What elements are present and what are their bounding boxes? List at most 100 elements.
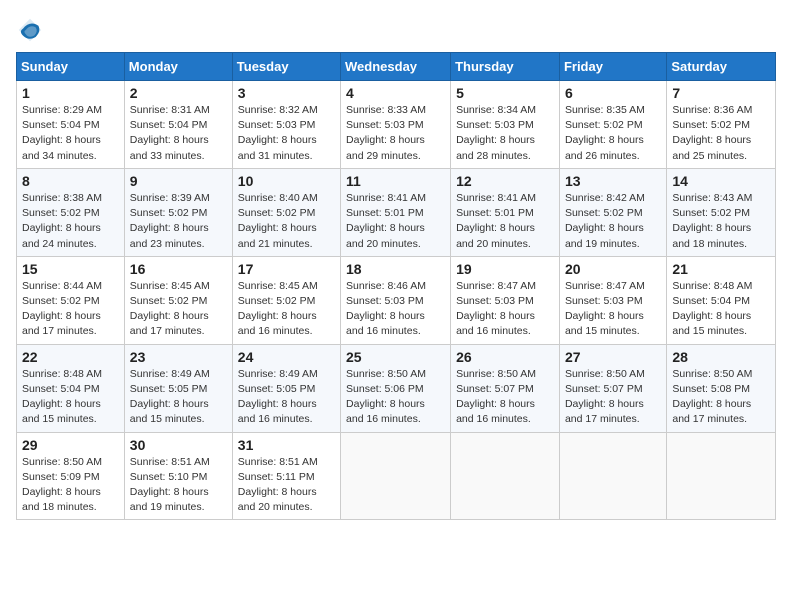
day-number: 15 bbox=[22, 261, 119, 277]
day-info: Sunrise: 8:47 AMSunset: 5:03 PMDaylight:… bbox=[456, 280, 536, 338]
calendar-cell: 28Sunrise: 8:50 AMSunset: 5:08 PMDayligh… bbox=[667, 344, 776, 432]
calendar-cell: 25 Sunrise: 8:50 AMSunset: 5:06 PMDayligh… bbox=[341, 344, 451, 432]
page-header bbox=[16, 16, 776, 44]
calendar-cell: 16 Sunrise: 8:45 AMSunset: 5:02 PMDayligh… bbox=[124, 256, 232, 344]
day-number: 30 bbox=[130, 437, 227, 453]
header-tuesday: Tuesday bbox=[232, 53, 340, 81]
logo bbox=[16, 16, 48, 44]
day-number: 18 bbox=[346, 261, 445, 277]
day-info: Sunrise: 8:41 AMSunset: 5:01 PMDaylight:… bbox=[346, 192, 426, 250]
day-number: 31 bbox=[238, 437, 335, 453]
day-info: Sunrise: 8:31 AMSunset: 5:04 PMDaylight:… bbox=[130, 104, 210, 162]
day-number: 26 bbox=[456, 349, 554, 365]
day-info: Sunrise: 8:41 AMSunset: 5:01 PMDaylight:… bbox=[456, 192, 536, 250]
calendar-cell: 10 Sunrise: 8:40 AMSunset: 5:02 PMDayligh… bbox=[232, 168, 340, 256]
day-number: 23 bbox=[130, 349, 227, 365]
calendar-cell bbox=[559, 432, 666, 520]
day-number: 22 bbox=[22, 349, 119, 365]
header-saturday: Saturday bbox=[667, 53, 776, 81]
day-number: 5 bbox=[456, 85, 554, 101]
day-info: Sunrise: 8:34 AMSunset: 5:03 PMDaylight:… bbox=[456, 104, 536, 162]
header-friday: Friday bbox=[559, 53, 666, 81]
calendar-week-row: 1 Sunrise: 8:29 AMSunset: 5:04 PMDaylight… bbox=[17, 81, 776, 169]
day-info: Sunrise: 8:32 AMSunset: 5:03 PMDaylight:… bbox=[238, 104, 318, 162]
day-number: 16 bbox=[130, 261, 227, 277]
calendar-cell: 5 Sunrise: 8:34 AMSunset: 5:03 PMDaylight… bbox=[451, 81, 560, 169]
day-info: Sunrise: 8:36 AMSunset: 5:02 PMDaylight:… bbox=[672, 104, 752, 162]
day-info: Sunrise: 8:50 AMSunset: 5:08 PMDaylight:… bbox=[672, 368, 752, 426]
calendar-cell: 18 Sunrise: 8:46 AMSunset: 5:03 PMDayligh… bbox=[341, 256, 451, 344]
calendar-cell: 29Sunrise: 8:50 AMSunset: 5:09 PMDayligh… bbox=[17, 432, 125, 520]
day-number: 10 bbox=[238, 173, 335, 189]
calendar-header-row: SundayMondayTuesdayWednesdayThursdayFrid… bbox=[17, 53, 776, 81]
header-monday: Monday bbox=[124, 53, 232, 81]
calendar-cell: 4 Sunrise: 8:33 AMSunset: 5:03 PMDaylight… bbox=[341, 81, 451, 169]
day-info: Sunrise: 8:38 AMSunset: 5:02 PMDaylight:… bbox=[22, 192, 102, 250]
day-info: Sunrise: 8:42 AMSunset: 5:02 PMDaylight:… bbox=[565, 192, 645, 250]
calendar-cell: 31 Sunrise: 8:51 AMSunset: 5:11 PMDayligh… bbox=[232, 432, 340, 520]
day-info: Sunrise: 8:50 AMSunset: 5:09 PMDaylight:… bbox=[22, 456, 102, 514]
calendar-week-row: 29Sunrise: 8:50 AMSunset: 5:09 PMDayligh… bbox=[17, 432, 776, 520]
day-number: 8 bbox=[22, 173, 119, 189]
calendar-cell: 8 Sunrise: 8:38 AMSunset: 5:02 PMDaylight… bbox=[17, 168, 125, 256]
calendar-cell bbox=[667, 432, 776, 520]
day-number: 14 bbox=[672, 173, 770, 189]
day-info: Sunrise: 8:45 AMSunset: 5:02 PMDaylight:… bbox=[130, 280, 210, 338]
day-info: Sunrise: 8:40 AMSunset: 5:02 PMDaylight:… bbox=[238, 192, 318, 250]
day-info: Sunrise: 8:39 AMSunset: 5:02 PMDaylight:… bbox=[130, 192, 210, 250]
day-info: Sunrise: 8:50 AMSunset: 5:06 PMDaylight:… bbox=[346, 368, 426, 426]
calendar-cell: 11 Sunrise: 8:41 AMSunset: 5:01 PMDayligh… bbox=[341, 168, 451, 256]
day-info: Sunrise: 8:33 AMSunset: 5:03 PMDaylight:… bbox=[346, 104, 426, 162]
calendar-cell: 12 Sunrise: 8:41 AMSunset: 5:01 PMDayligh… bbox=[451, 168, 560, 256]
calendar-cell: 26 Sunrise: 8:50 AMSunset: 5:07 PMDayligh… bbox=[451, 344, 560, 432]
calendar-cell: 7 Sunrise: 8:36 AMSunset: 5:02 PMDaylight… bbox=[667, 81, 776, 169]
day-number: 19 bbox=[456, 261, 554, 277]
day-number: 4 bbox=[346, 85, 445, 101]
day-info: Sunrise: 8:49 AMSunset: 5:05 PMDaylight:… bbox=[130, 368, 210, 426]
day-number: 17 bbox=[238, 261, 335, 277]
day-info: Sunrise: 8:47 AMSunset: 5:03 PMDaylight:… bbox=[565, 280, 645, 338]
header-thursday: Thursday bbox=[451, 53, 560, 81]
day-info: Sunrise: 8:50 AMSunset: 5:07 PMDaylight:… bbox=[456, 368, 536, 426]
day-number: 21 bbox=[672, 261, 770, 277]
calendar-cell: 19 Sunrise: 8:47 AMSunset: 5:03 PMDayligh… bbox=[451, 256, 560, 344]
calendar-cell: 6Sunrise: 8:35 AMSunset: 5:02 PMDaylight… bbox=[559, 81, 666, 169]
calendar-cell: 13 Sunrise: 8:42 AMSunset: 5:02 PMDayligh… bbox=[559, 168, 666, 256]
day-info: Sunrise: 8:50 AMSunset: 5:07 PMDaylight:… bbox=[565, 368, 645, 426]
day-number: 25 bbox=[346, 349, 445, 365]
day-number: 24 bbox=[238, 349, 335, 365]
day-number: 3 bbox=[238, 85, 335, 101]
day-number: 1 bbox=[22, 85, 119, 101]
calendar-cell: 20 Sunrise: 8:47 AMSunset: 5:03 PMDayligh… bbox=[559, 256, 666, 344]
calendar-cell: 27 Sunrise: 8:50 AMSunset: 5:07 PMDayligh… bbox=[559, 344, 666, 432]
day-number: 20 bbox=[565, 261, 661, 277]
day-info: Sunrise: 8:46 AMSunset: 5:03 PMDaylight:… bbox=[346, 280, 426, 338]
day-info: Sunrise: 8:51 AMSunset: 5:10 PMDaylight:… bbox=[130, 456, 210, 514]
day-info: Sunrise: 8:29 AMSunset: 5:04 PMDaylight:… bbox=[22, 104, 102, 162]
day-number: 7 bbox=[672, 85, 770, 101]
header-sunday: Sunday bbox=[17, 53, 125, 81]
calendar-cell: 15 Sunrise: 8:44 AMSunset: 5:02 PMDayligh… bbox=[17, 256, 125, 344]
calendar-week-row: 15 Sunrise: 8:44 AMSunset: 5:02 PMDayligh… bbox=[17, 256, 776, 344]
calendar-week-row: 8 Sunrise: 8:38 AMSunset: 5:02 PMDaylight… bbox=[17, 168, 776, 256]
logo-icon bbox=[16, 16, 44, 44]
calendar-cell: 2Sunrise: 8:31 AMSunset: 5:04 PMDaylight… bbox=[124, 81, 232, 169]
day-number: 12 bbox=[456, 173, 554, 189]
calendar-cell: 22 Sunrise: 8:48 AMSunset: 5:04 PMDayligh… bbox=[17, 344, 125, 432]
day-number: 11 bbox=[346, 173, 445, 189]
day-info: Sunrise: 8:49 AMSunset: 5:05 PMDaylight:… bbox=[238, 368, 318, 426]
calendar-cell: 9 Sunrise: 8:39 AMSunset: 5:02 PMDaylight… bbox=[124, 168, 232, 256]
day-number: 13 bbox=[565, 173, 661, 189]
day-number: 27 bbox=[565, 349, 661, 365]
calendar-cell: 17Sunrise: 8:45 AMSunset: 5:02 PMDayligh… bbox=[232, 256, 340, 344]
calendar-cell bbox=[451, 432, 560, 520]
calendar-cell: 24 Sunrise: 8:49 AMSunset: 5:05 PMDayligh… bbox=[232, 344, 340, 432]
calendar-cell: 1 Sunrise: 8:29 AMSunset: 5:04 PMDaylight… bbox=[17, 81, 125, 169]
day-info: Sunrise: 8:35 AMSunset: 5:02 PMDaylight:… bbox=[565, 104, 645, 162]
calendar-cell bbox=[341, 432, 451, 520]
day-info: Sunrise: 8:51 AMSunset: 5:11 PMDaylight:… bbox=[238, 456, 318, 514]
day-info: Sunrise: 8:48 AMSunset: 5:04 PMDaylight:… bbox=[22, 368, 102, 426]
day-number: 9 bbox=[130, 173, 227, 189]
calendar-cell: 21Sunrise: 8:48 AMSunset: 5:04 PMDayligh… bbox=[667, 256, 776, 344]
day-info: Sunrise: 8:44 AMSunset: 5:02 PMDaylight:… bbox=[22, 280, 102, 338]
